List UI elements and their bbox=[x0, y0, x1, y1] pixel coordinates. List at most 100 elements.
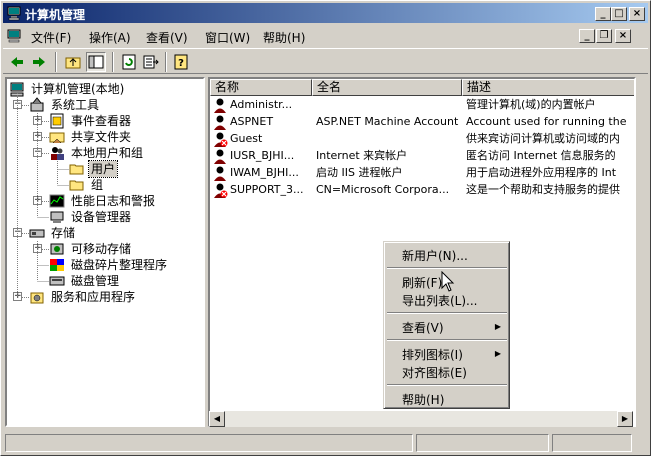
tree-expander[interactable]: + bbox=[33, 116, 42, 125]
table-row[interactable]: ASPNET ASP.NET Machine Account Account u… bbox=[210, 113, 634, 130]
svg-text:?: ? bbox=[178, 58, 184, 69]
help-button[interactable]: ? bbox=[171, 52, 191, 72]
computer-icon bbox=[10, 82, 24, 97]
refresh-icon bbox=[122, 54, 136, 70]
performance-icon bbox=[49, 194, 65, 208]
menu-window[interactable]: 窗口(W) bbox=[205, 29, 250, 46]
up-one-level-button[interactable] bbox=[63, 52, 83, 72]
disabled-user-icon bbox=[214, 183, 228, 198]
tree-expander[interactable]: + bbox=[33, 196, 42, 205]
user-icon bbox=[214, 98, 226, 113]
menu-action[interactable]: 操作(A) bbox=[89, 29, 131, 46]
status-panel-2 bbox=[416, 434, 549, 452]
menu-view[interactable]: 查看(V) bbox=[146, 29, 188, 46]
show-hide-tree-button[interactable] bbox=[86, 52, 106, 72]
system-tools-icon bbox=[30, 97, 44, 112]
user-icon bbox=[214, 115, 226, 130]
column-header-description[interactable]: 描述 bbox=[462, 79, 634, 96]
tree-label: 本地用户和组 bbox=[71, 146, 144, 160]
tree-label: 服务和应用程序 bbox=[51, 290, 136, 304]
tree-label: 性能日志和警报 bbox=[71, 194, 156, 208]
menu-separator bbox=[387, 339, 507, 341]
help-book-icon: ? bbox=[174, 54, 188, 70]
shared-folder-icon bbox=[49, 132, 65, 144]
console-icon[interactable] bbox=[6, 28, 22, 44]
tree-expander[interactable]: − bbox=[13, 228, 22, 237]
mdi-minimize-button[interactable]: _ bbox=[579, 29, 595, 43]
maximize-button[interactable]: □ bbox=[611, 7, 627, 21]
mdi-restore-button[interactable]: ❐ bbox=[596, 29, 612, 43]
cell-fullname: 启动 IIS 进程帐户 bbox=[316, 166, 403, 179]
forward-button[interactable] bbox=[29, 52, 49, 72]
cell-description: 管理计算机(域)的内置帐户 bbox=[466, 98, 596, 111]
title-bar[interactable]: 计算机管理 _ □ × bbox=[3, 3, 648, 23]
users-groups-icon bbox=[51, 147, 64, 160]
back-button[interactable] bbox=[7, 52, 27, 72]
tree-expander[interactable]: + bbox=[33, 244, 42, 253]
context-menu-refresh[interactable]: 刷新(F) bbox=[402, 274, 442, 291]
context-menu-line-up-icons[interactable]: 对齐图标(E) bbox=[402, 364, 467, 381]
tree-expander[interactable]: + bbox=[13, 292, 22, 301]
column-header-fullname[interactable]: 全名 bbox=[312, 79, 462, 96]
computer-management-window: 计算机管理 _ □ × 文件(F) 操作(A) 查看(V) 窗口(W) 帮助(H… bbox=[0, 0, 651, 456]
tree-label: 设备管理器 bbox=[71, 210, 132, 224]
tree-expander[interactable]: + bbox=[33, 132, 42, 141]
storage-icon bbox=[29, 229, 45, 238]
disabled-user-icon bbox=[214, 132, 228, 147]
folder-open-icon bbox=[69, 164, 84, 175]
table-row[interactable]: IUSR_BJHI... Internet 来宾帐户 匿名访问 Internet… bbox=[210, 147, 634, 164]
scroll-right-button[interactable]: ▶ bbox=[617, 411, 633, 427]
cell-description: Account used for running the bbox=[466, 115, 627, 128]
tree-label: 共享文件夹 bbox=[71, 130, 132, 144]
context-menu-new-user[interactable]: 新用户(N)... bbox=[402, 247, 468, 264]
window-title: 计算机管理 bbox=[25, 8, 86, 22]
cell-description: 供来宾访问计算机或访问域的内 bbox=[466, 132, 620, 145]
tree-expander[interactable]: − bbox=[13, 100, 22, 109]
minimize-button[interactable]: _ bbox=[595, 7, 611, 21]
cell-name: ASPNET bbox=[230, 115, 274, 128]
context-menu-arrange-icons[interactable]: 排列图标(I) bbox=[402, 346, 463, 363]
console-tree-icon bbox=[88, 55, 104, 69]
cell-name: Guest bbox=[230, 132, 263, 145]
tree-label: 用户 bbox=[87, 160, 119, 178]
cell-name: IWAM_BJHI... bbox=[230, 166, 299, 179]
mdi-close-button[interactable]: × bbox=[615, 29, 631, 43]
forward-arrow-icon bbox=[33, 57, 45, 67]
cell-name: Administr... bbox=[230, 98, 293, 111]
tree-label: 可移动存储 bbox=[71, 242, 132, 256]
export-list-button[interactable] bbox=[141, 52, 161, 72]
context-menu: 新用户(N)... 刷新(F) 导出列表(L)... 查看(V) ▶ 排列图标(… bbox=[383, 241, 510, 409]
context-menu-help[interactable]: 帮助(H) bbox=[402, 391, 444, 408]
export-list-icon bbox=[143, 55, 159, 69]
scroll-left-button[interactable]: ◀ bbox=[209, 411, 225, 427]
menu-separator bbox=[387, 312, 507, 314]
close-button[interactable]: × bbox=[629, 7, 645, 21]
event-viewer-icon bbox=[50, 113, 64, 129]
back-arrow-icon bbox=[11, 57, 23, 67]
tree-expander[interactable]: − bbox=[33, 148, 42, 157]
menu-help[interactable]: 帮助(H) bbox=[263, 29, 305, 46]
cell-fullname: ASP.NET Machine Account bbox=[316, 115, 459, 128]
console-tree: 计算机管理(本地) − 系统工具 + 事件查看器 + 共享文件夹 − 本地用户和… bbox=[5, 77, 205, 427]
user-icon bbox=[214, 149, 226, 164]
table-row[interactable]: SUPPORT_3... CN=Microsoft Corpora... 这是一… bbox=[210, 181, 634, 198]
submenu-arrow-icon: ▶ bbox=[494, 349, 501, 358]
table-row[interactable]: Guest 供来宾访问计算机或访问域的内 bbox=[210, 130, 634, 147]
tree-label: 系统工具 bbox=[51, 98, 100, 112]
tree-label: 组 bbox=[91, 178, 104, 192]
table-row[interactable]: Administr... 管理计算机(域)的内置帐户 bbox=[210, 96, 634, 113]
table-row[interactable]: IWAM_BJHI... 启动 IIS 进程帐户 用于启动进程外应用程序的 In… bbox=[210, 164, 634, 181]
context-menu-export-list[interactable]: 导出列表(L)... bbox=[402, 292, 478, 309]
device-manager-icon bbox=[50, 211, 64, 223]
menu-bar: 文件(F) 操作(A) 查看(V) 窗口(W) 帮助(H) _ ❐ × bbox=[3, 25, 648, 47]
mouse-cursor-icon bbox=[441, 271, 455, 292]
context-menu-view[interactable]: 查看(V) bbox=[402, 319, 444, 336]
defrag-icon bbox=[50, 259, 64, 271]
column-header-name[interactable]: 名称 bbox=[210, 79, 312, 96]
cell-description: 匿名访问 Internet 信息服务的 bbox=[466, 149, 616, 162]
refresh-button[interactable] bbox=[119, 52, 139, 72]
user-icon bbox=[214, 166, 226, 181]
menu-separator bbox=[387, 384, 507, 386]
menu-file[interactable]: 文件(F) bbox=[31, 29, 71, 46]
horizontal-scrollbar[interactable]: ◀ ▶ bbox=[209, 411, 633, 427]
